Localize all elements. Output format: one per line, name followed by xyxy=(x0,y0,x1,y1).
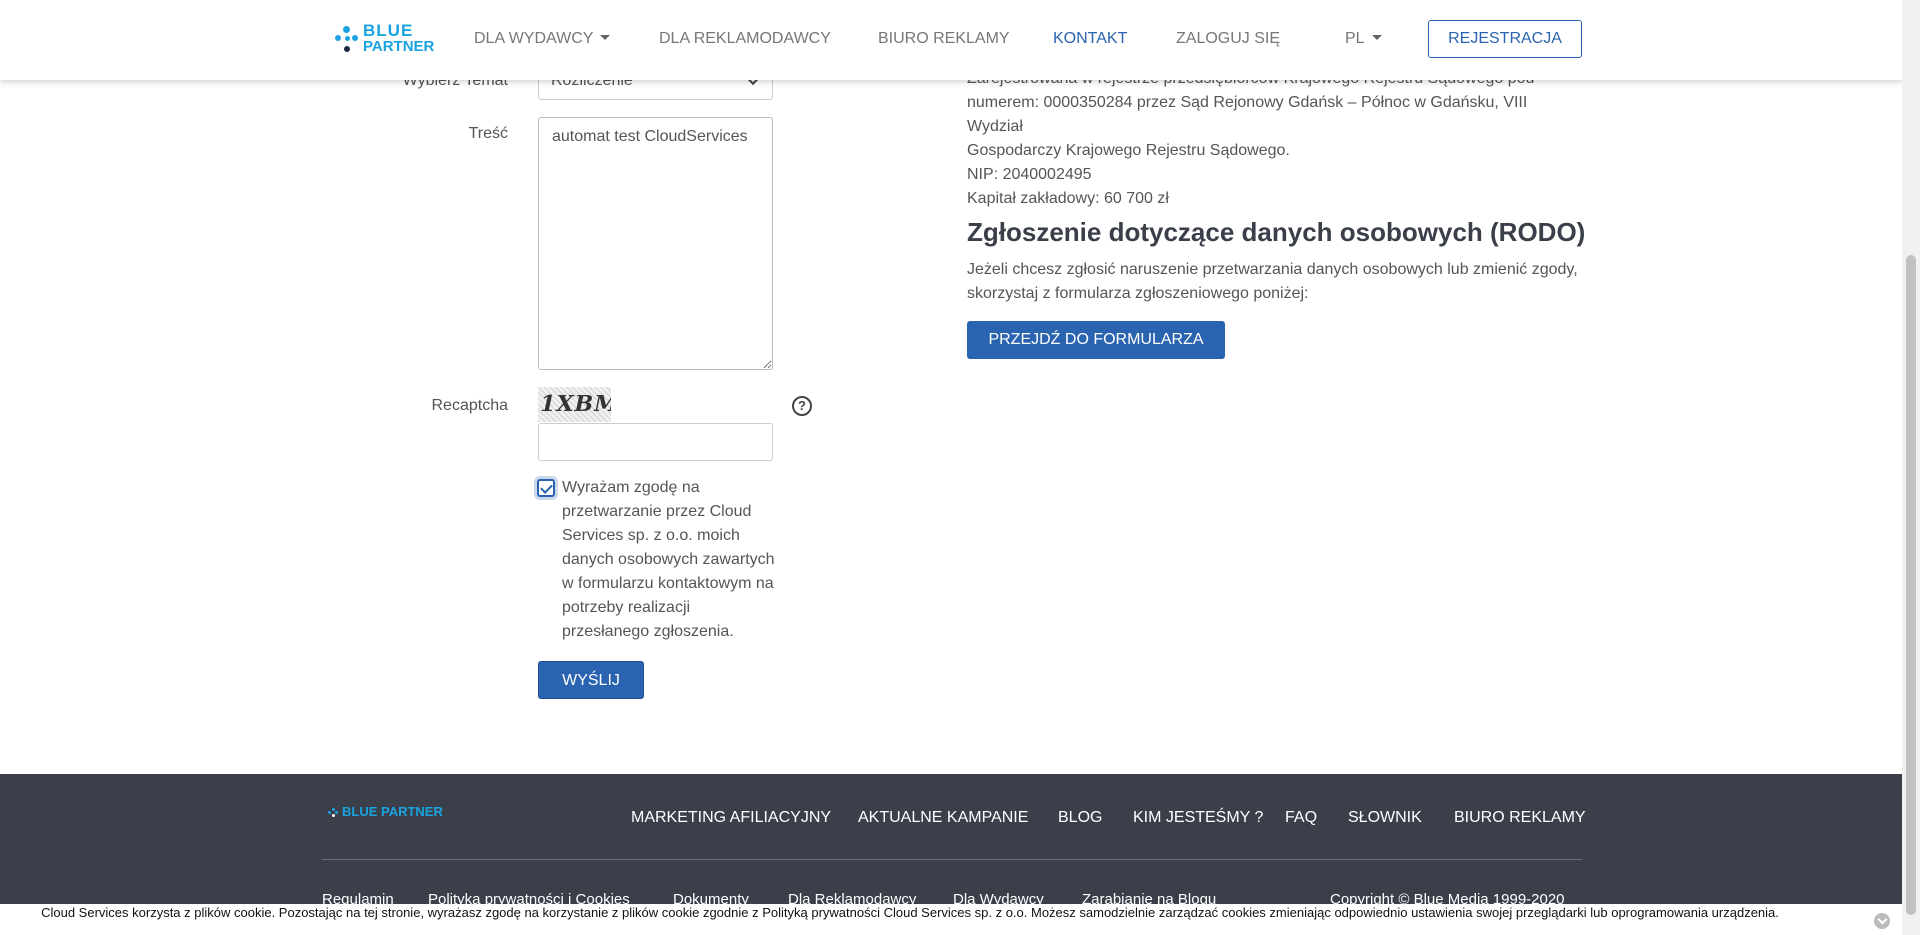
footer-link-kampanie[interactable]: AKTUALNE KAMPANIE xyxy=(858,809,1028,827)
logo-dots-icon xyxy=(328,807,338,817)
caret-down-icon xyxy=(600,35,611,40)
nav-dla-wydawcy[interactable]: DLA WYDAWCY xyxy=(474,30,611,48)
page-scrollbar[interactable] xyxy=(1902,0,1920,935)
language-selector[interactable]: PL xyxy=(1345,30,1382,48)
consent-text: Wyrażam zgodę na przetwarzanie przez Clo… xyxy=(562,479,775,640)
captcha-text: 1XBM xyxy=(538,391,611,417)
cookie-text: Cloud Services korzysta z plików cookie.… xyxy=(41,905,1779,920)
help-icon[interactable]: ? xyxy=(792,396,812,416)
captcha-image: 1XBM xyxy=(538,387,611,422)
logo-dots-icon xyxy=(335,22,359,56)
chevron-down-icon[interactable] xyxy=(1874,913,1890,929)
top-navbar: BLUE PARTNER DLA WYDAWCY DLA REKLAMODAWC… xyxy=(0,0,1902,80)
footer-link-kim-jestesmy[interactable]: KIM JESTEŚMY ? xyxy=(1133,809,1263,827)
footer-logo-text: BLUE PARTNER xyxy=(342,804,443,819)
company-registration-line3: Gospodarczy Krajowego Rejestru Sądowego. xyxy=(967,142,1290,159)
caret-down-icon xyxy=(1371,35,1382,40)
company-info: Zarejestrowana w rejestrze przedsiębiorc… xyxy=(967,67,1587,211)
submit-button[interactable]: WYŚLIJ xyxy=(538,661,644,699)
footer-link-slownik[interactable]: SŁOWNIK xyxy=(1348,809,1422,827)
rodo-form-button[interactable]: Przejdź do formularza xyxy=(967,321,1225,359)
footer-logo[interactable]: BLUE PARTNER xyxy=(328,804,443,819)
scrollbar-thumb[interactable] xyxy=(1906,255,1916,915)
captcha-input[interactable] xyxy=(538,423,773,461)
consent-checkbox[interactable] xyxy=(537,479,555,497)
footer-link-faq[interactable]: FAQ xyxy=(1285,809,1317,827)
rodo-title: Zgłoszenie dotyczące danych osobowych (R… xyxy=(967,217,1586,247)
company-nip: NIP: 2040002495 xyxy=(967,166,1092,183)
blue-partner-logo[interactable]: BLUE PARTNER xyxy=(335,22,434,56)
nav-biuro-reklamy[interactable]: BIURO REKLAMY xyxy=(878,30,1010,48)
register-button[interactable]: REJESTRACJA xyxy=(1428,20,1582,58)
company-capital: Kapitał zakładowy: 60 700 zł xyxy=(967,190,1169,207)
logo-text-partner: PARTNER xyxy=(363,38,435,55)
rodo-text: Jeżeli chcesz zgłosić naruszenie przetwa… xyxy=(967,261,1578,302)
nav-dla-wydawcy-label: DLA WYDAWCY xyxy=(474,30,594,47)
footer-link-blog[interactable]: BLOG xyxy=(1058,809,1102,827)
content-label: Treść xyxy=(468,125,508,142)
language-label: PL xyxy=(1345,30,1365,47)
logo-text-blue: BLUE xyxy=(363,21,414,40)
company-registration-line2: numerem: 0000350284 przez Sąd Rejonowy G… xyxy=(967,94,1528,135)
footer-link-biuro-reklamy[interactable]: BIURO REKLAMY xyxy=(1454,809,1586,827)
content-textarea[interactable]: automat test CloudServices xyxy=(538,117,773,370)
footer-link-marketing[interactable]: MARKETING AFILIACYJNY xyxy=(631,809,831,827)
cookie-bar: Cloud Services korzysta z plików cookie.… xyxy=(0,904,1902,935)
footer-divider xyxy=(322,859,1582,860)
nav-dla-reklamodawcy[interactable]: DLA REKLAMODAWCY xyxy=(659,30,831,48)
nav-kontakt[interactable]: KONTAKT xyxy=(1053,30,1127,48)
nav-zaloguj[interactable]: ZALOGUJ SIĘ xyxy=(1176,30,1280,48)
captcha-label: Recaptcha xyxy=(431,397,509,414)
